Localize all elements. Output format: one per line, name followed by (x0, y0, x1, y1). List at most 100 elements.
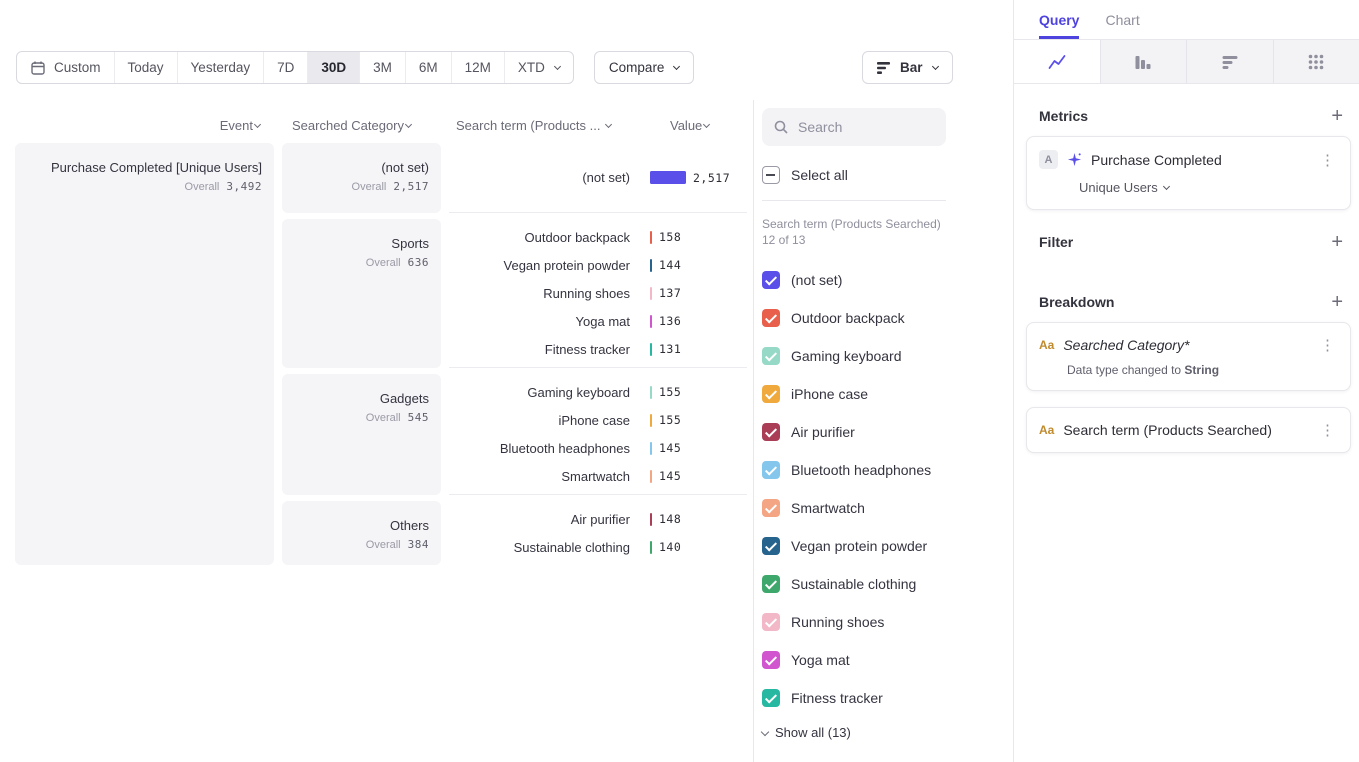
term-value: 145 (659, 441, 681, 455)
range-3m[interactable]: 3M (359, 52, 405, 83)
chevron-down-icon (405, 121, 412, 128)
category-cell[interactable]: SportsOverall636 (282, 219, 441, 368)
tab-query[interactable]: Query (1039, 0, 1079, 39)
legend-item[interactable]: Outdoor backpack (762, 299, 1006, 337)
add-metric-button[interactable]: + (1331, 107, 1343, 125)
breakdown-note: Data type changed to String (1067, 363, 1338, 377)
term-row[interactable]: Running shoes137 (449, 279, 747, 307)
kebab-menu-icon[interactable]: ⋮ (1317, 151, 1338, 169)
legend-item[interactable]: Gaming keyboard (762, 337, 1006, 375)
legend-item[interactable]: Bluetooth headphones (762, 451, 1006, 489)
term-value: 144 (659, 258, 681, 272)
legend-item[interactable]: iPhone case (762, 375, 1006, 413)
select-all-toggle[interactable]: Select all (762, 166, 1006, 184)
legend-item[interactable]: Vegan protein powder (762, 527, 1006, 565)
search-term-column-header[interactable]: Search term (Products ... (449, 118, 640, 133)
retention-tab[interactable] (1186, 40, 1273, 83)
column-headers: Event Searched Category Search term (Pro… (15, 118, 747, 133)
search-input[interactable] (798, 119, 928, 135)
category-column-header[interactable]: Searched Category (282, 118, 441, 133)
value-column-header[interactable]: Value (670, 118, 709, 133)
range-6m[interactable]: 6M (405, 52, 451, 83)
legend-item[interactable]: Yoga mat (762, 641, 1006, 679)
group-band: OthersOverall384 Air purifier 148 Sustainab… (282, 501, 747, 565)
term-row[interactable]: Sustainable clothing140 (449, 533, 747, 561)
add-breakdown-button[interactable]: + (1331, 293, 1343, 311)
legend-item[interactable]: (not set) (762, 261, 1006, 299)
category-cell[interactable]: OthersOverall384 (282, 501, 441, 565)
term-row[interactable]: Smartwatch145 (449, 462, 747, 490)
term-label: Yoga mat (449, 314, 640, 329)
range-7d[interactable]: 7D (263, 52, 307, 83)
custom-date-button[interactable]: Custom (17, 52, 114, 83)
filter-section-header: Filter + (1014, 233, 1359, 251)
range-xtd[interactable]: XTD (504, 52, 573, 83)
chevron-down-icon (605, 121, 612, 128)
checked-checkbox[interactable] (762, 575, 780, 593)
legend-item[interactable]: Fitness tracker (762, 679, 1006, 717)
term-row[interactable]: Bluetooth headphones145 (449, 434, 747, 462)
range-yesterday[interactable]: Yesterday (177, 52, 264, 83)
flows-tab[interactable] (1273, 40, 1359, 83)
range-today[interactable]: Today (114, 52, 177, 83)
event-cell[interactable]: Purchase Completed [Unique Users] Overal… (15, 143, 274, 565)
legend-item[interactable]: Air purifier (762, 413, 1006, 451)
checked-checkbox[interactable] (762, 385, 780, 403)
chevron-down-icon (761, 727, 769, 735)
kebab-menu-icon[interactable]: ⋮ (1317, 421, 1338, 439)
term-row[interactable]: Fitness tracker131 (449, 335, 747, 363)
checked-checkbox[interactable] (762, 309, 780, 327)
insights-tab[interactable] (1014, 40, 1100, 83)
breakdown-section-header: Breakdown + (1014, 293, 1359, 311)
panel-divider (753, 100, 754, 762)
kebab-menu-icon[interactable]: ⋮ (1317, 336, 1338, 354)
range-12m[interactable]: 12M (451, 52, 504, 83)
checked-checkbox[interactable] (762, 271, 780, 289)
legend-items: (not set)Outdoor backpackGaming keyboard… (762, 261, 1006, 717)
category-cell[interactable]: GadgetsOverall545 (282, 374, 441, 495)
compare-button[interactable]: Compare (594, 51, 695, 84)
checked-checkbox[interactable] (762, 423, 780, 441)
term-row[interactable]: Yoga mat136 (449, 307, 747, 335)
term-label: Vegan protein powder (449, 258, 640, 273)
term-label: Air purifier (449, 512, 640, 527)
aggregation-selector[interactable]: Unique Users (1079, 180, 1338, 195)
legend-item[interactable]: Smartwatch (762, 489, 1006, 527)
term-row[interactable]: (not set)2,517 (449, 164, 747, 192)
show-all-link[interactable]: Show all (13) (762, 725, 1006, 740)
term-row[interactable]: Air purifier 148 (449, 505, 747, 533)
metric-card[interactable]: A Purchase Completed ⋮ Unique Users (1026, 136, 1351, 210)
breakdown-card[interactable]: AaSearched Category*⋮Data type changed t… (1026, 322, 1351, 391)
metrics-title: Metrics (1039, 108, 1088, 124)
tab-chart[interactable]: Chart (1105, 0, 1139, 39)
term-row[interactable]: Vegan protein powder 144 (449, 251, 747, 279)
term-row[interactable]: iPhone case155 (449, 406, 747, 434)
funnels-tab[interactable] (1100, 40, 1187, 83)
legend-item[interactable]: Sustainable clothing (762, 565, 1006, 603)
term-value: 148 (659, 512, 681, 526)
add-filter-button[interactable]: + (1331, 233, 1343, 251)
legend-item[interactable]: Running shoes (762, 603, 1006, 641)
value-bar (650, 259, 652, 272)
term-row[interactable]: Outdoor backpack158 (449, 223, 747, 251)
overall-label: Overall (366, 257, 401, 269)
checked-checkbox[interactable] (762, 651, 780, 669)
indeterminate-checkbox[interactable] (762, 166, 780, 184)
chart-type-selector[interactable]: Bar (862, 51, 953, 84)
checked-checkbox[interactable] (762, 537, 780, 555)
category-cell[interactable]: (not set)Overall2,517 (282, 143, 441, 213)
app-root: Custom TodayYesterday7D30D3M6M12M XTD Co… (0, 0, 1359, 762)
value-bar (650, 315, 652, 328)
checked-checkbox[interactable] (762, 689, 780, 707)
metric-name: Purchase Completed (1091, 152, 1222, 168)
checked-checkbox[interactable] (762, 499, 780, 517)
event-column-header[interactable]: Event (15, 118, 274, 133)
legend-search[interactable] (762, 108, 946, 146)
term-row[interactable]: Gaming keyboard155 (449, 378, 747, 406)
checked-checkbox[interactable] (762, 461, 780, 479)
range-30d[interactable]: 30D (307, 52, 359, 83)
checked-checkbox[interactable] (762, 347, 780, 365)
report-type-tabs (1014, 40, 1359, 84)
breakdown-card[interactable]: AaSearch term (Products Searched)⋮ (1026, 407, 1351, 453)
checked-checkbox[interactable] (762, 613, 780, 631)
